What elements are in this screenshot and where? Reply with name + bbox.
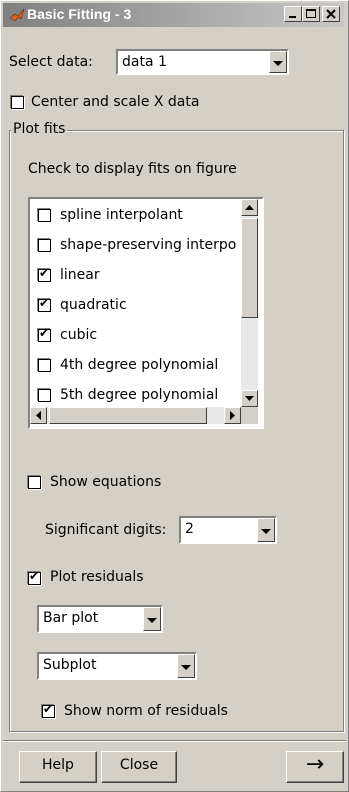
residual-plot-type-dropdown[interactable]: Bar plot [37,605,163,633]
residual-plot-location-dropdown[interactable]: Subplot [37,652,197,680]
chevron-down-icon [181,665,191,670]
fit-checkbox[interactable] [38,209,51,222]
maximize-button[interactable] [302,6,320,22]
show-norm-label: Show norm of residuals [64,703,228,719]
significant-digits-label: Significant digits: [45,522,167,538]
vertical-scrollbar[interactable] [241,199,258,407]
fit-checkbox[interactable] [38,239,51,252]
fit-label: spline interpolant [60,207,183,223]
fit-label: linear [60,267,100,283]
help-button-label: Help [42,757,74,773]
show-equations-checkbox[interactable] [28,476,41,489]
vertical-scroll-thumb[interactable] [241,218,258,318]
dropdown-button[interactable] [177,654,195,678]
select-data-dropdown[interactable]: data 1 [116,49,289,75]
significant-digits-value: 2 [185,521,194,537]
horizontal-scrollbar[interactable] [30,407,241,424]
fit-checkbox[interactable] [38,389,51,402]
fits-listbox[interactable]: spline interpolant shape-preserving inter… [28,197,264,429]
arrow-up-icon [245,205,254,210]
show-equations-label: Show equations [50,474,162,490]
window-title: Basic Fitting - 3 [27,6,132,22]
dropdown-button[interactable] [143,607,161,631]
dropdown-button[interactable] [269,51,287,73]
center-scale-label: Center and scale X data [31,94,200,110]
center-scale-checkbox[interactable] [11,96,24,109]
check-mark-icon: ✔ [39,296,50,310]
fit-checkbox[interactable]: ✔ [38,296,51,312]
close-button-label: Close [119,757,159,773]
expand-more-button[interactable]: → [286,751,344,783]
help-button[interactable]: Help [19,751,97,783]
fit-label: quadratic [60,297,127,313]
check-mark-icon: ✔ [39,326,50,340]
residual-plot-type-value: Bar plot [43,610,99,626]
scrollbar-corner [241,407,258,424]
residual-plot-location-value: Subplot [43,657,97,673]
dropdown-button[interactable] [257,518,275,542]
scroll-left-button[interactable] [30,407,47,424]
chevron-down-icon [261,529,271,534]
maximize-icon [306,9,316,18]
check-mark-icon: ✔ [43,702,54,716]
bottom-separator [3,740,346,742]
chevron-down-icon [147,618,157,623]
select-data-value: data 1 [122,54,167,70]
scroll-down-button[interactable] [241,390,258,407]
basic-fitting-window: Basic Fitting - 3 Select data: data 1 Ce… [0,0,349,792]
check-mark-icon: ✔ [29,569,40,583]
arrow-right-icon [230,411,235,420]
minimize-button[interactable] [284,6,302,22]
horizontal-scroll-thumb[interactable] [49,407,207,424]
fit-label: shape-preserving interpo [60,237,237,253]
minimize-icon [289,16,296,18]
arrow-down-icon [245,396,254,401]
plot-fits-group-label: Plot fits [11,121,68,137]
fit-label: 5th degree polynomial [60,387,219,403]
chevron-down-icon [273,61,283,66]
scroll-up-button[interactable] [241,199,258,216]
close-icon [326,9,336,19]
matlab-logo-icon [9,8,25,22]
show-norm-checkbox[interactable]: ✔ [42,702,55,718]
plot-residuals-checkbox[interactable]: ✔ [28,569,41,585]
close-window-button[interactable] [322,6,340,22]
fit-checkbox[interactable] [38,359,51,372]
plot-fits-instructions: Check to display fits on figure [28,161,237,177]
arrow-right-icon: → [305,752,325,777]
select-data-label: Select data: [9,54,93,70]
fit-label: 4th degree polynomial [60,357,219,373]
arrow-left-icon [36,411,41,420]
significant-digits-dropdown[interactable]: 2 [179,516,277,544]
fit-label: cubic [60,327,98,343]
fit-checkbox[interactable]: ✔ [38,266,51,282]
close-button[interactable]: Close [101,751,177,783]
check-mark-icon: ✔ [39,266,50,280]
plot-residuals-label: Plot residuals [50,569,144,585]
title-bar[interactable]: Basic Fitting - 3 [3,3,344,27]
scroll-right-button[interactable] [224,407,241,424]
fit-checkbox[interactable]: ✔ [38,326,51,342]
